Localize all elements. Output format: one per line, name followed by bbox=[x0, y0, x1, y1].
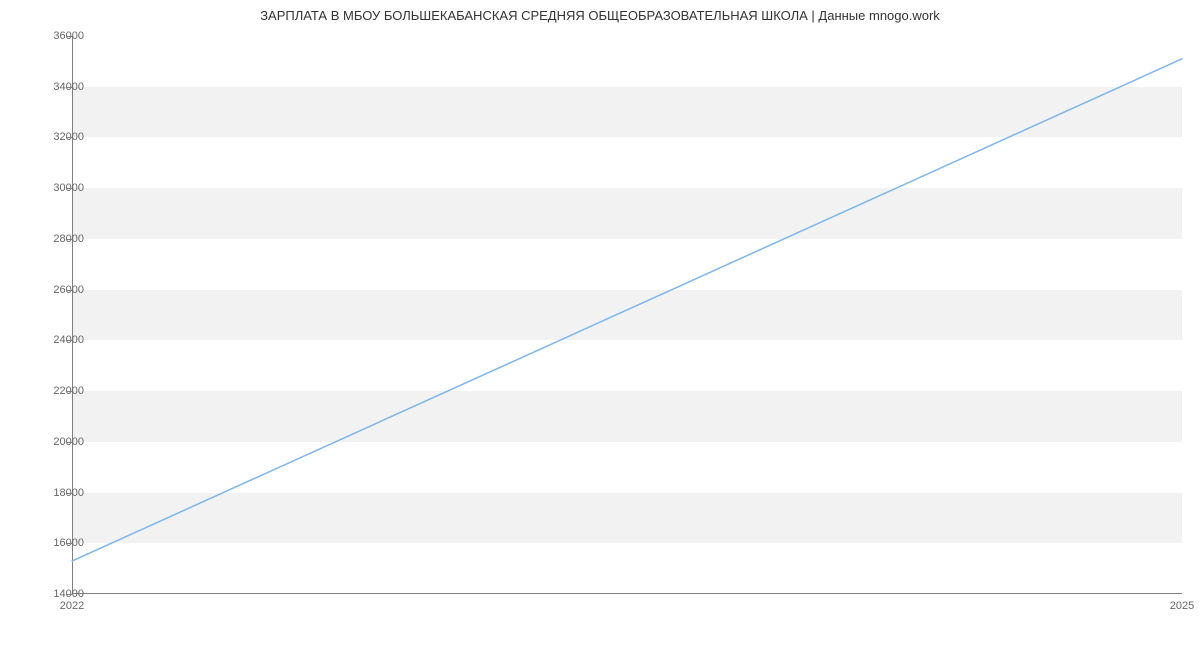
line-series-svg bbox=[72, 36, 1182, 594]
y-tick-label: 18000 bbox=[24, 487, 84, 499]
y-tick-mark bbox=[67, 543, 72, 544]
chart-plot-area bbox=[72, 36, 1182, 594]
y-tick-mark bbox=[67, 340, 72, 341]
y-tick-label: 32000 bbox=[24, 131, 84, 143]
x-tick-label: 2022 bbox=[60, 600, 84, 612]
y-tick-mark bbox=[67, 36, 72, 37]
y-tick-label: 22000 bbox=[24, 385, 84, 397]
y-tick-mark bbox=[67, 290, 72, 291]
data-line bbox=[72, 59, 1182, 561]
y-tick-label: 24000 bbox=[24, 334, 84, 346]
chart-title: ЗАРПЛАТА В МБОУ БОЛЬШЕКАБАНСКАЯ СРЕДНЯЯ … bbox=[0, 0, 1200, 23]
y-tick-mark bbox=[67, 87, 72, 88]
y-tick-label: 26000 bbox=[24, 284, 84, 296]
y-tick-label: 16000 bbox=[24, 537, 84, 549]
y-tick-mark bbox=[67, 594, 72, 595]
y-tick-label: 30000 bbox=[24, 182, 84, 194]
y-tick-mark bbox=[67, 188, 72, 189]
y-tick-label: 36000 bbox=[24, 30, 84, 42]
y-tick-label: 20000 bbox=[24, 436, 84, 448]
y-tick-mark bbox=[67, 391, 72, 392]
y-tick-label: 14000 bbox=[24, 588, 84, 600]
y-tick-mark bbox=[67, 442, 72, 443]
y-tick-mark bbox=[67, 137, 72, 138]
y-tick-label: 34000 bbox=[24, 81, 84, 93]
y-tick-mark bbox=[67, 239, 72, 240]
y-tick-label: 28000 bbox=[24, 233, 84, 245]
x-tick-label: 2025 bbox=[1170, 600, 1194, 612]
y-tick-mark bbox=[67, 493, 72, 494]
